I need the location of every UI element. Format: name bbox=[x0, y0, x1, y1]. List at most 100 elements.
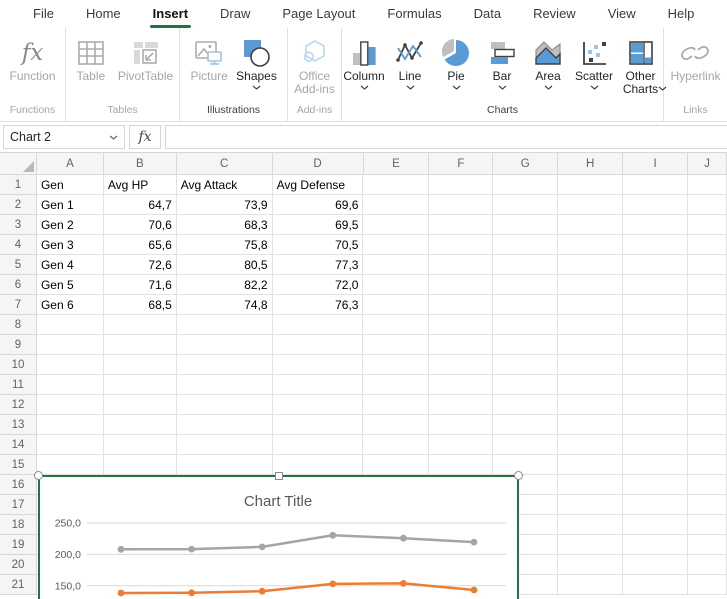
tab-file[interactable]: File bbox=[18, 1, 69, 28]
row-header-20[interactable]: 20 bbox=[0, 555, 37, 575]
embedded-chart[interactable]: 0,050,0100,0150,0200,0250,0Gen 1Gen 2Gen… bbox=[38, 475, 519, 599]
row-header-14[interactable]: 14 bbox=[0, 435, 37, 455]
cell-C11[interactable] bbox=[177, 375, 273, 395]
cell-G2[interactable] bbox=[493, 195, 558, 215]
cell-A8[interactable] bbox=[37, 315, 104, 335]
cell-B4[interactable]: 65,6 bbox=[104, 235, 177, 255]
cell-D7[interactable]: 76,3 bbox=[273, 295, 364, 315]
cell-B6[interactable]: 71,6 bbox=[104, 275, 177, 295]
cell-C10[interactable] bbox=[177, 355, 273, 375]
cell-A6[interactable]: Gen 5 bbox=[37, 275, 104, 295]
column-header-A[interactable]: A bbox=[37, 153, 104, 175]
cell-A14[interactable] bbox=[37, 435, 104, 455]
cell-H3[interactable] bbox=[558, 215, 623, 235]
cell-F4[interactable] bbox=[429, 235, 493, 255]
row-header-12[interactable]: 12 bbox=[0, 395, 37, 415]
cell-B7[interactable]: 68,5 bbox=[104, 295, 177, 315]
column-header-F[interactable]: F bbox=[429, 153, 493, 175]
cell-J9[interactable] bbox=[688, 335, 727, 355]
row-header-9[interactable]: 9 bbox=[0, 335, 37, 355]
cell-A9[interactable] bbox=[37, 335, 104, 355]
cell-E2[interactable] bbox=[363, 195, 429, 215]
cell-F7[interactable] bbox=[429, 295, 493, 315]
tab-home[interactable]: Home bbox=[71, 1, 136, 28]
cell-C9[interactable] bbox=[177, 335, 273, 355]
cell-C14[interactable] bbox=[177, 435, 273, 455]
column-header-G[interactable]: G bbox=[493, 153, 558, 175]
cell-H19[interactable] bbox=[558, 535, 623, 555]
cell-E4[interactable] bbox=[363, 235, 429, 255]
cell-I11[interactable] bbox=[623, 375, 688, 395]
chart-resize-handle-top-right[interactable] bbox=[514, 471, 523, 480]
cell-G6[interactable] bbox=[493, 275, 558, 295]
cell-F1[interactable] bbox=[429, 175, 493, 195]
cell-H1[interactable] bbox=[558, 175, 623, 195]
cell-G3[interactable] bbox=[493, 215, 558, 235]
cell-F5[interactable] bbox=[429, 255, 493, 275]
cell-F8[interactable] bbox=[429, 315, 493, 335]
cell-A12[interactable] bbox=[37, 395, 104, 415]
cell-H18[interactable] bbox=[558, 515, 623, 535]
column-header-H[interactable]: H bbox=[558, 153, 623, 175]
cell-H14[interactable] bbox=[558, 435, 623, 455]
cell-H17[interactable] bbox=[558, 495, 623, 515]
cell-G11[interactable] bbox=[493, 375, 558, 395]
cell-J12[interactable] bbox=[688, 395, 727, 415]
row-header-19[interactable]: 19 bbox=[0, 535, 37, 555]
column-header-D[interactable]: D bbox=[273, 153, 364, 175]
cell-H6[interactable] bbox=[558, 275, 623, 295]
row-header-11[interactable]: 11 bbox=[0, 375, 37, 395]
cell-A2[interactable]: Gen 1 bbox=[37, 195, 104, 215]
cell-J8[interactable] bbox=[688, 315, 727, 335]
cell-J19[interactable] bbox=[688, 535, 727, 555]
cell-C1[interactable]: Avg Attack bbox=[177, 175, 273, 195]
cell-J17[interactable] bbox=[688, 495, 727, 515]
cell-A1[interactable]: Gen bbox=[37, 175, 104, 195]
cell-H7[interactable] bbox=[558, 295, 623, 315]
cell-E3[interactable] bbox=[363, 215, 429, 235]
cell-D6[interactable]: 72,0 bbox=[273, 275, 364, 295]
name-box[interactable]: Chart 2 bbox=[3, 125, 125, 149]
cell-A13[interactable] bbox=[37, 415, 104, 435]
cell-E1[interactable] bbox=[363, 175, 429, 195]
select-all-corner[interactable] bbox=[0, 153, 37, 175]
insert-function-button[interactable]: fx bbox=[129, 125, 161, 149]
cell-C8[interactable] bbox=[177, 315, 273, 335]
cell-D2[interactable]: 69,6 bbox=[273, 195, 364, 215]
cell-D8[interactable] bbox=[273, 315, 364, 335]
cell-F6[interactable] bbox=[429, 275, 493, 295]
cell-J6[interactable] bbox=[688, 275, 727, 295]
row-header-16[interactable]: 16 bbox=[0, 475, 37, 495]
cell-F13[interactable] bbox=[429, 415, 493, 435]
cell-H12[interactable] bbox=[558, 395, 623, 415]
formula-input[interactable] bbox=[165, 125, 727, 149]
cell-H20[interactable] bbox=[558, 555, 623, 575]
row-header-1[interactable]: 1 bbox=[0, 175, 37, 195]
cell-D5[interactable]: 77,3 bbox=[273, 255, 364, 275]
cell-H8[interactable] bbox=[558, 315, 623, 335]
cell-A15[interactable] bbox=[37, 455, 104, 475]
cell-H10[interactable] bbox=[558, 355, 623, 375]
cell-D13[interactable] bbox=[273, 415, 364, 435]
cell-A4[interactable]: Gen 3 bbox=[37, 235, 104, 255]
tab-formulas[interactable]: Formulas bbox=[372, 1, 456, 28]
chart-resize-handle-top-left[interactable] bbox=[34, 471, 43, 480]
tab-view[interactable]: View bbox=[593, 1, 651, 28]
tab-help[interactable]: Help bbox=[653, 1, 710, 28]
cell-I14[interactable] bbox=[623, 435, 688, 455]
cell-A11[interactable] bbox=[37, 375, 104, 395]
cell-C15[interactable] bbox=[177, 455, 273, 475]
other-charts-button[interactable]: Other Charts bbox=[618, 34, 663, 98]
cell-J11[interactable] bbox=[688, 375, 727, 395]
cell-H2[interactable] bbox=[558, 195, 623, 215]
cell-B9[interactable] bbox=[104, 335, 177, 355]
cell-D9[interactable] bbox=[273, 335, 364, 355]
cell-G8[interactable] bbox=[493, 315, 558, 335]
cell-G14[interactable] bbox=[493, 435, 558, 455]
row-header-6[interactable]: 6 bbox=[0, 275, 37, 295]
column-header-C[interactable]: C bbox=[177, 153, 273, 175]
cell-B10[interactable] bbox=[104, 355, 177, 375]
cell-B8[interactable] bbox=[104, 315, 177, 335]
cell-J13[interactable] bbox=[688, 415, 727, 435]
cell-C13[interactable] bbox=[177, 415, 273, 435]
